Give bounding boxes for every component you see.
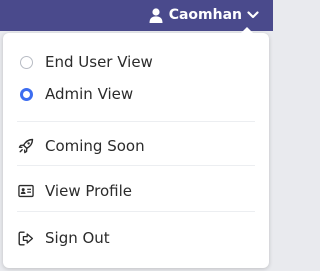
- sign-out-label: Sign Out: [45, 229, 110, 247]
- coming-soon-label: Coming Soon: [45, 137, 145, 155]
- radio-unchecked-icon[interactable]: [19, 55, 33, 69]
- view-profile-label: View Profile: [45, 182, 133, 200]
- admin-view-option[interactable]: Admin View: [3, 79, 269, 109]
- view-profile-item[interactable]: View Profile: [3, 176, 269, 206]
- menu-divider: [17, 165, 255, 166]
- user-icon: [149, 7, 163, 23]
- coming-soon-item[interactable]: Coming Soon: [3, 131, 269, 161]
- dropdown-caret: [241, 27, 253, 33]
- menu-divider: [17, 121, 255, 122]
- user-menu-toggle[interactable]: Caomhan: [149, 6, 259, 24]
- menu-divider: [17, 211, 255, 212]
- chevron-down-icon: [247, 11, 259, 19]
- rocket-icon: [18, 138, 34, 154]
- end-user-view-label: End User View: [45, 53, 153, 71]
- sign-out-item[interactable]: Sign Out: [3, 223, 269, 253]
- id-card-icon: [18, 184, 34, 198]
- username-label: Caomhan: [168, 7, 242, 23]
- end-user-view-option[interactable]: End User View: [3, 47, 269, 77]
- admin-view-label: Admin View: [45, 85, 134, 103]
- radio-checked-icon[interactable]: [19, 87, 33, 101]
- user-dropdown-menu: End User View Admin View Coming Soon Vie…: [3, 27, 269, 268]
- top-bar: Caomhan: [0, 0, 273, 31]
- sign-out-icon: [18, 231, 34, 245]
